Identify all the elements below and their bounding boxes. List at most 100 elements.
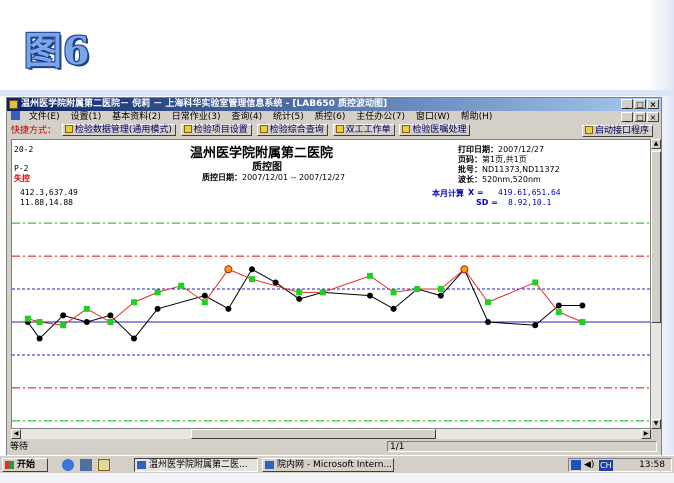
- folder-icon: [64, 125, 73, 133]
- quick-button-query[interactable]: 检验综合查询: [256, 124, 328, 136]
- scroll-left-arrow-icon[interactable]: ◀: [11, 429, 21, 439]
- menu-window[interactable]: 窗口(W): [412, 111, 454, 124]
- data-point: [319, 289, 326, 296]
- horizontal-scrollbar[interactable]: ◀ ▶: [11, 429, 651, 439]
- task-intranet-browser[interactable]: 院内网 - Microsoft Intern...: [262, 458, 394, 472]
- start-interface-button[interactable]: 启动接口程序: [581, 125, 653, 137]
- quick-button-lab-data[interactable]: 检验数据管理(通用模式): [61, 124, 176, 136]
- mdi-minimize-button[interactable]: _: [621, 112, 633, 122]
- data-point: [83, 305, 90, 312]
- menu-statistics[interactable]: 统计(5): [269, 111, 308, 124]
- data-point: [532, 322, 539, 329]
- data-point: [390, 305, 397, 312]
- series-line: [27, 268, 583, 340]
- target-mean-values: 412.3,637.49: [20, 188, 78, 197]
- desktop-icon[interactable]: [98, 459, 110, 471]
- system-tray: ◀) CH 13:58: [568, 458, 672, 472]
- scroll-down-arrow-icon[interactable]: ▼: [651, 419, 661, 429]
- vertical-scroll-thumb[interactable]: [651, 151, 661, 323]
- sd-label: SD =: [476, 198, 498, 207]
- document-icon: [11, 111, 20, 120]
- folder-icon: [402, 125, 411, 133]
- folder-icon: [183, 125, 192, 133]
- scroll-right-arrow-icon[interactable]: ▶: [641, 429, 651, 439]
- mdi-close-button[interactable]: ×: [647, 112, 659, 122]
- window-title: 温州医学院附属第二医院－ 倪莉 － 上海科华实验室管理信息系统 - [LAB65…: [21, 99, 388, 109]
- flagged-point: [224, 265, 233, 274]
- start-button[interactable]: 开始: [2, 458, 48, 472]
- menu-quality-control[interactable]: 质控(6): [311, 111, 350, 124]
- data-point: [555, 302, 562, 309]
- app-icon: [137, 461, 146, 469]
- data-point: [154, 289, 161, 296]
- chart-name: 质控图: [252, 162, 282, 173]
- data-point: [485, 319, 491, 325]
- quick-button-orders[interactable]: 检验医嘱处理: [399, 124, 471, 136]
- menu-help[interactable]: 帮助(H): [457, 111, 497, 124]
- windows-logo-icon: [5, 461, 14, 469]
- data-point: [555, 309, 562, 316]
- language-indicator[interactable]: CH: [599, 460, 613, 471]
- task-lab-system[interactable]: 温州医学院附属第二医...: [134, 458, 258, 472]
- horizontal-scroll-thumb[interactable]: [191, 429, 436, 439]
- folder-icon: [259, 125, 268, 133]
- scroll-up-arrow-icon[interactable]: ▲: [651, 139, 661, 149]
- menu-basic-data[interactable]: 基本资料(2): [108, 111, 165, 124]
- bottom-strip: [0, 473, 674, 483]
- speaker-icon[interactable]: ◀): [584, 460, 594, 471]
- menu-daily-work[interactable]: 日常作业(3): [168, 111, 225, 124]
- data-point: [367, 292, 373, 299]
- sd-value: 8.92,10.1: [508, 198, 552, 207]
- maximize-button[interactable]: □: [634, 99, 646, 109]
- window-titlebar[interactable]: 温州医学院附属第二医院－ 倪莉 － 上海科华实验室管理信息系统 - [LAB65…: [7, 98, 661, 111]
- app-window: 温州医学院附属第二医院－ 倪莉 － 上海科华实验室管理信息系统 - [LAB65…: [6, 97, 662, 458]
- menu-query[interactable]: 查询(4): [227, 111, 266, 124]
- folder-icon: [335, 125, 344, 133]
- data-point: [579, 319, 586, 325]
- close-button[interactable]: ×: [647, 99, 659, 109]
- caption-buttons: _ □ ×: [621, 99, 659, 109]
- network-icon[interactable]: [571, 460, 581, 470]
- date-range: 质控日期：2007/12/01 -- 2007/12/27: [202, 173, 346, 182]
- data-point: [131, 299, 137, 306]
- status-text: 等待: [10, 442, 29, 452]
- quick-button-item-settings[interactable]: 检验项目设置: [180, 124, 252, 136]
- data-point: [390, 289, 397, 296]
- taskbar: 开始 温州医学院附属第二医... 院内网 - Microsoft Intern.…: [0, 455, 674, 473]
- program-icon: [584, 126, 593, 134]
- mean-label: X =: [468, 188, 484, 197]
- left-code-2: P-2: [14, 164, 29, 173]
- quickbar-label: 快捷方式：: [11, 126, 57, 136]
- data-point: [24, 315, 31, 322]
- month-calc-label: 本月计算: [432, 189, 464, 198]
- ie-icon[interactable]: [62, 459, 74, 471]
- data-point: [60, 322, 67, 329]
- mean-value: 419.61,651.64: [498, 188, 561, 197]
- data-point: [107, 312, 114, 319]
- menu-file[interactable]: 文件(E): [25, 111, 64, 124]
- status-bar: 等待 1/1: [7, 441, 661, 454]
- data-point: [201, 292, 208, 299]
- data-point: [532, 279, 539, 286]
- mdi-restore-button[interactable]: □: [634, 112, 646, 122]
- outlook-icon[interactable]: [80, 459, 92, 471]
- data-point: [201, 299, 208, 306]
- left-code-1: 20-2: [14, 145, 34, 154]
- out-of-control-label: 失控: [14, 174, 30, 183]
- figure-title: 图6: [24, 28, 91, 73]
- qc-report: 20-2 P-2 失控 温州医学院附属第二医院 质控图 质控日期：2007/12…: [11, 139, 651, 429]
- data-point: [225, 305, 232, 312]
- menu-bar: 文件(E) 设置(1) 基本资料(2) 日常作业(3) 查询(4) 统计(5) …: [7, 111, 661, 124]
- data-point: [83, 319, 90, 325]
- menu-director-office[interactable]: 主任办公(7): [352, 111, 409, 124]
- vertical-scrollbar[interactable]: ▲ ▼: [651, 139, 661, 429]
- data-point: [249, 276, 255, 283]
- data-point: [178, 282, 185, 289]
- wavelength: 波长：520nm,520nm: [458, 175, 541, 184]
- data-point: [367, 272, 373, 279]
- minimize-button[interactable]: _: [621, 99, 633, 109]
- menu-settings[interactable]: 设置(1): [66, 111, 105, 124]
- quick-button-worksheet[interactable]: 双工工作单: [332, 124, 395, 136]
- data-point: [437, 292, 444, 299]
- data-point: [579, 302, 586, 309]
